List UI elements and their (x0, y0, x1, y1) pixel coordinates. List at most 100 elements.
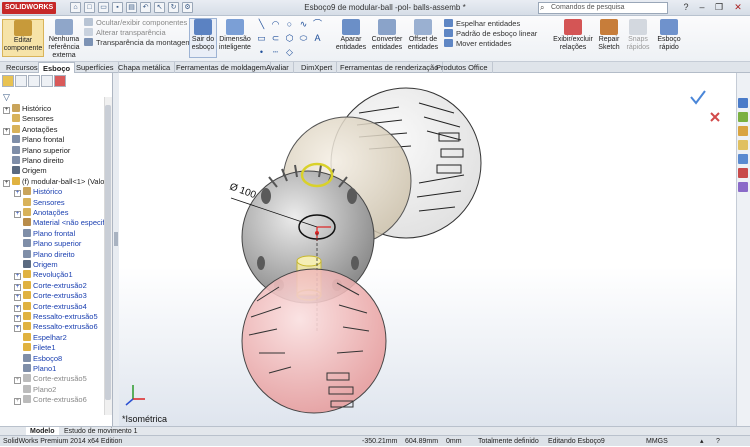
tree-item[interactable]: + Anotações (3, 124, 57, 135)
tree-item[interactable]: +Plano2 (14, 384, 56, 395)
tree-scroll-thumb[interactable] (105, 105, 111, 400)
open-file-icon[interactable]: ▭ (98, 2, 109, 13)
design-library-icon[interactable] (738, 112, 748, 122)
tree-item[interactable]: + (f) modular-ball<1> (Valo (3, 176, 104, 187)
centerline-icon[interactable]: ┄ (270, 47, 281, 58)
solidworks-logo[interactable]: SOLIDWORKS (2, 2, 57, 14)
expand-icon[interactable]: + (14, 211, 21, 218)
expand-icon[interactable]: + (14, 283, 21, 291)
search-input[interactable]: Comandos de pesquisa (538, 2, 668, 14)
expand-icon[interactable]: + (14, 315, 21, 322)
rapid-sketch-button[interactable]: Esboço rápido (654, 19, 684, 52)
tree-item[interactable]: + Corte-extrusão6 (14, 395, 87, 406)
tree-item[interactable]: +Espelhar2 (14, 332, 67, 343)
select-icon[interactable]: ↖ (154, 2, 165, 13)
solidworks-forum-icon[interactable] (738, 182, 748, 192)
convert-entities-button[interactable]: Converter entidades (369, 19, 405, 52)
exit-sketch-button[interactable]: Sair do esboço (189, 18, 217, 58)
plane-icon[interactable]: ◇ (284, 47, 295, 58)
sketch-fillet-icon[interactable]: ⌒ (312, 19, 323, 30)
help-icon[interactable]: ? (678, 1, 694, 14)
line-icon[interactable]: ╲ (256, 19, 267, 30)
tree-item[interactable]: +Plano frontal (14, 228, 75, 239)
quick-snaps-button[interactable]: Snaps rápidos (624, 19, 652, 52)
expand-icon[interactable]: + (14, 294, 21, 302)
tree-item[interactable]: + Corte-extrusão3 (14, 291, 87, 302)
model-view[interactable]: Ø 100 (119, 73, 736, 426)
move-entities-button[interactable]: Mover entidades (444, 39, 537, 49)
tree-item[interactable]: + Ressalto-extrusão6 (14, 322, 98, 333)
resources-pane-icon[interactable] (738, 98, 748, 108)
tree-item[interactable]: +Plano superior (14, 239, 81, 249)
tab-dimxpert[interactable]: DimXpert (297, 62, 338, 73)
options-icon[interactable]: ⚙ (182, 2, 193, 13)
spline-icon[interactable]: ∿ (298, 19, 309, 30)
tree-item[interactable]: + Corte-extrusão2 (14, 280, 87, 291)
new-file-icon[interactable]: □ (84, 2, 95, 13)
save-icon[interactable]: ▪ (112, 2, 123, 13)
tree-item[interactable]: +Plano1 (14, 364, 56, 374)
expand-icon[interactable]: + (3, 107, 10, 114)
feature-tree-tab-icon[interactable] (2, 75, 14, 87)
tree-item[interactable]: + Histórico (3, 104, 51, 114)
confirmation-corner[interactable] (690, 90, 720, 122)
cancel-exit-icon[interactable] (710, 112, 720, 122)
custom-properties-icon[interactable] (738, 168, 748, 178)
offset-entities-button[interactable]: Offset de entidades (406, 19, 440, 52)
filter-icon[interactable]: ▽ (3, 92, 10, 103)
status-arrow-icon[interactable]: ▴ (700, 436, 704, 447)
mirror-entities-button[interactable]: Espelhar entidades (444, 19, 537, 29)
units-selector[interactable]: MMGS (646, 436, 668, 447)
print-icon[interactable]: ▤ (126, 2, 137, 13)
expand-icon[interactable]: + (14, 190, 21, 198)
tree-item[interactable]: +Sensores (3, 114, 54, 124)
tab-ferramentas-de-moldagem[interactable]: Ferramentas de moldagem (172, 62, 272, 73)
change-transparency-button[interactable]: Alterar transparência (84, 28, 192, 38)
edit-component-button[interactable]: Editar componente (2, 19, 44, 57)
repair-sketch-button[interactable]: Repair Sketch (596, 19, 622, 52)
appearances-icon[interactable] (738, 154, 748, 164)
expand-icon[interactable]: + (3, 127, 10, 135)
expand-icon[interactable]: + (14, 325, 21, 333)
tab-esbo-o[interactable]: Esboço (38, 62, 76, 73)
tree-item[interactable]: + Ressalto-extrusão5 (14, 312, 98, 322)
help-status-icon[interactable]: ? (716, 436, 720, 447)
tree-item[interactable]: +Sensores (14, 197, 65, 208)
tree-item[interactable]: + Anotações (14, 208, 68, 218)
tree-item[interactable]: +Material <não especif (14, 218, 105, 228)
tree-item[interactable]: +Plano direito (3, 156, 64, 166)
ellipse-icon[interactable]: ⬭ (298, 33, 309, 44)
trim-entities-button[interactable]: Aparar entidades (334, 19, 368, 52)
property-tab-icon[interactable] (15, 75, 27, 87)
minimize-button[interactable]: – (694, 1, 710, 14)
circle-icon[interactable]: ○ (284, 19, 295, 30)
expand-icon[interactable]: + (14, 304, 21, 312)
view-palette-icon[interactable] (738, 140, 748, 150)
file-explorer-icon[interactable] (738, 126, 748, 136)
restore-button[interactable]: ❐ (711, 1, 727, 14)
tree-item[interactable]: +Origem (14, 260, 58, 270)
linear-sketch-pattern-button[interactable]: Padrão de esboço linear (444, 29, 537, 39)
tab-ferramentas-de-renderiza-o[interactable]: Ferramentas de renderização (336, 62, 444, 73)
home-icon[interactable]: ⌂ (70, 2, 81, 13)
rebuild-icon[interactable]: ↻ (168, 2, 179, 13)
tab-chapa-met-lica[interactable]: Chapa metálica (114, 62, 176, 73)
graphics-area[interactable]: Ø 100 (119, 73, 736, 426)
tree-item[interactable]: +Esboço8 (14, 353, 62, 364)
confirm-exit-icon[interactable] (690, 90, 706, 105)
smart-dimension-button[interactable]: Dimensão inteligente (218, 19, 252, 52)
tab-produtos-office[interactable]: Produtos Office (432, 62, 493, 73)
hide-show-components-button[interactable]: Ocultar/exibir componentes (84, 18, 192, 28)
expand-icon[interactable]: + (3, 179, 10, 187)
tree-item[interactable]: + Corte-extrusão5 (14, 374, 87, 385)
tree-item[interactable]: +Plano superior (3, 145, 70, 156)
text-icon[interactable]: A (312, 33, 323, 44)
tree-item[interactable]: +Plano direito (14, 249, 75, 260)
arc-icon[interactable]: ◠ (270, 19, 281, 30)
tree-item[interactable]: + Corte-extrusão4 (14, 301, 87, 312)
display-delete-relations-button[interactable]: Exibir/excluir relações (553, 19, 593, 52)
tree-item[interactable]: +Origem (3, 166, 47, 176)
tab-recursos[interactable]: Recursos (2, 62, 43, 73)
config-tab-icon[interactable] (28, 75, 40, 87)
polygon-icon[interactable]: ⬡ (284, 33, 295, 44)
